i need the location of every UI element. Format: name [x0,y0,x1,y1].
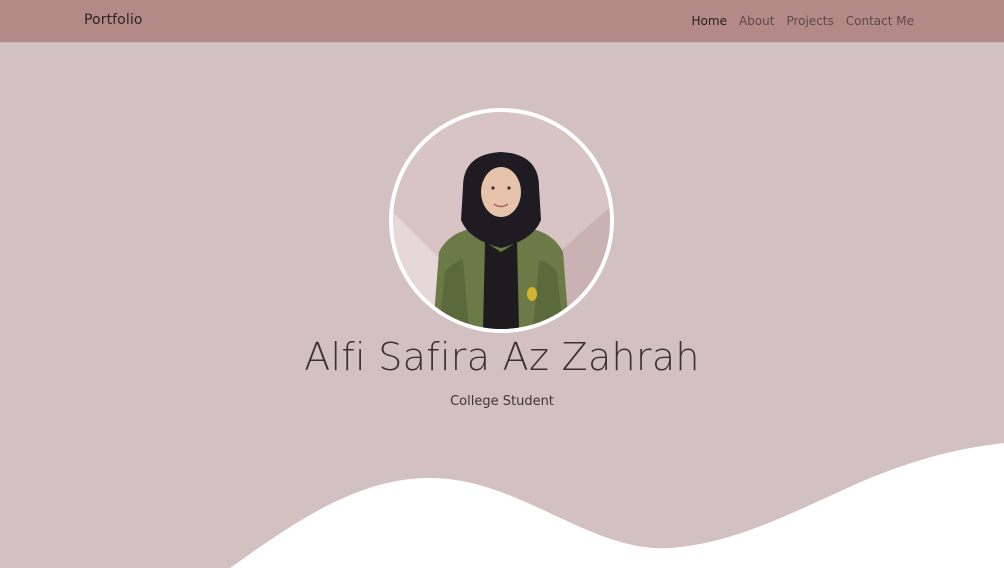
brand-link[interactable]: Portfolio [84,12,143,28]
nav-contact-me[interactable]: Contact Me [846,14,914,28]
nav-projects[interactable]: Projects [786,14,833,28]
profile-photo [393,112,610,329]
hero-subtitle: College Student [450,394,554,409]
nav-links: Home About Projects Contact Me [692,14,914,28]
bottom-wave-divider [230,443,1004,568]
nav-home[interactable]: Home [692,14,727,28]
top-navbar: Portfolio Home About Projects Contact Me [0,0,1004,42]
profile-photo-frame [389,108,614,333]
portfolio-page: Portfolio Home About Projects Contact Me [0,0,1004,568]
hero-name: Alfi Safira Az Zahrah [304,335,700,379]
nav-about[interactable]: About [739,14,774,28]
